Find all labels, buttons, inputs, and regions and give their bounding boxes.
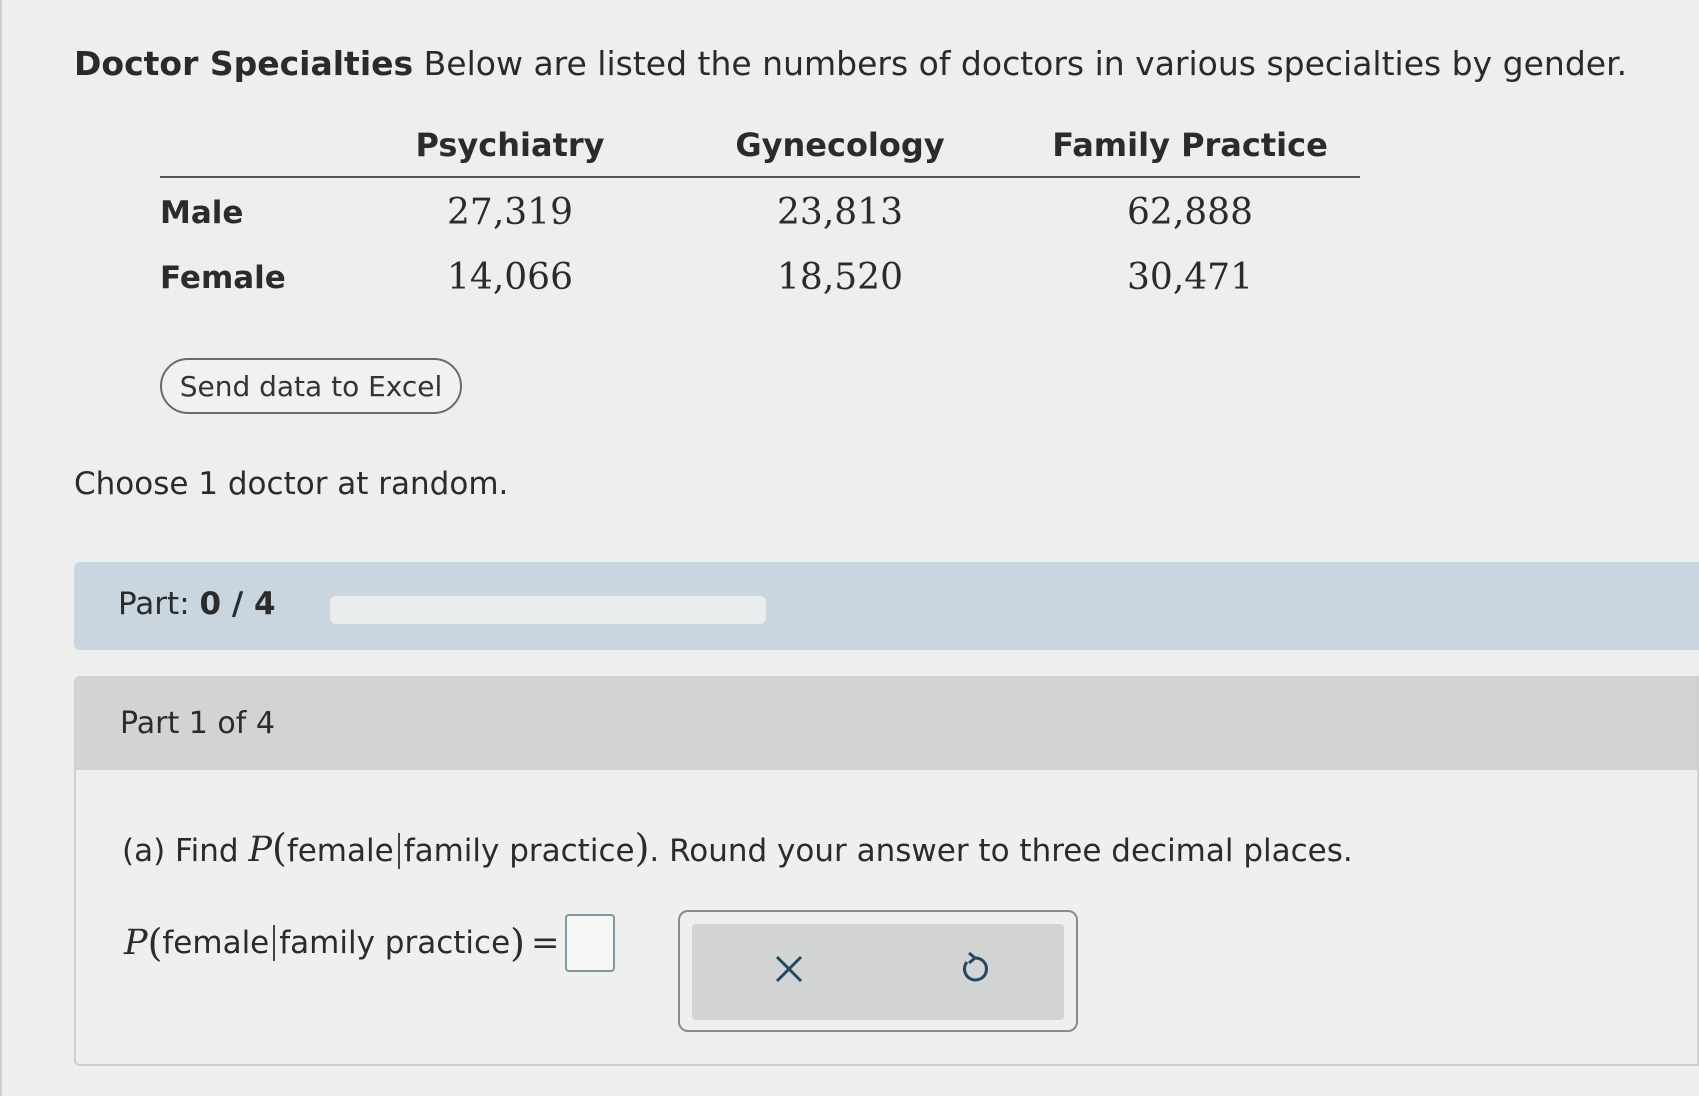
problem-title: Doctor Specialties (74, 44, 414, 83)
equals-sign: = (530, 923, 560, 963)
undo-icon (957, 950, 993, 996)
answer-event-text: female (162, 925, 270, 961)
answer-open-paren: ( (147, 921, 163, 965)
answer-close-paren: ) (510, 921, 525, 965)
table-cell: 23,813 (777, 192, 903, 233)
table-cell: 62,888 (1127, 192, 1253, 233)
table-cell: 14,066 (447, 257, 573, 298)
answer-row: P(female family practice) = (124, 914, 616, 972)
table-row: Female 14,066 18,520 30,471 (160, 243, 1360, 308)
answer-input[interactable] (565, 914, 616, 972)
event-text: female (286, 833, 394, 869)
problem-page: Doctor Specialties Below are listed the … (0, 0, 1699, 1096)
undo-button[interactable] (950, 948, 1000, 998)
column-header: Gynecology (660, 118, 1020, 178)
column-header: Family Practice (1020, 118, 1360, 178)
probability-symbol: P (248, 830, 272, 870)
progress-bar (330, 596, 766, 624)
table-cell: 27,319 (447, 192, 573, 233)
data-table: Psychiatry Gynecology Family Practice Ma… (160, 118, 1360, 308)
question-text: (a) Find P(female family practice). Round… (122, 826, 1353, 870)
close-icon (772, 950, 806, 996)
part-card: Part 1 of 4 (a) Find P(female family prac… (74, 676, 1699, 1066)
answer-probability-symbol: P (124, 923, 148, 963)
table-cell: 30,471 (1127, 257, 1253, 298)
answer-tools (678, 910, 1078, 1032)
column-header: Psychiatry (360, 118, 660, 178)
progress-band: Part: 0 / 4 (74, 562, 1699, 650)
part-header: Part 1 of 4 (76, 678, 1697, 770)
part-progress-value: 0 / 4 (199, 586, 276, 622)
row-label: Male (160, 194, 244, 231)
table-header-row: Psychiatry Gynecology Family Practice (160, 118, 1360, 178)
instruction-text: Choose 1 doctor at random. (74, 466, 509, 502)
part-progress-label: Part: 0 / 4 (118, 586, 276, 622)
send-to-excel-button[interactable]: Send data to Excel (160, 358, 462, 414)
answer-tools-panel (692, 924, 1064, 1020)
table-cell: 18,520 (777, 257, 903, 298)
question-prefix: (a) Find (122, 833, 239, 869)
open-paren: ( (271, 826, 287, 870)
table-row: Male 27,319 23,813 62,888 (160, 177, 1360, 243)
given-text: family practice (397, 833, 635, 869)
row-label: Female (160, 259, 286, 296)
clear-button[interactable] (764, 948, 814, 998)
table-corner (160, 118, 360, 178)
problem-heading: Doctor Specialties Below are listed the … (74, 44, 1627, 83)
problem-intro: Below are listed the numbers of doctors … (423, 44, 1628, 83)
part-title: Part 1 of 4 (120, 706, 275, 741)
close-paren: ) (634, 826, 650, 870)
answer-given-text: family practice (273, 925, 510, 961)
question-suffix: . Round your answer to three decimal pla… (649, 833, 1353, 869)
part-progress-prefix: Part: (118, 586, 190, 622)
